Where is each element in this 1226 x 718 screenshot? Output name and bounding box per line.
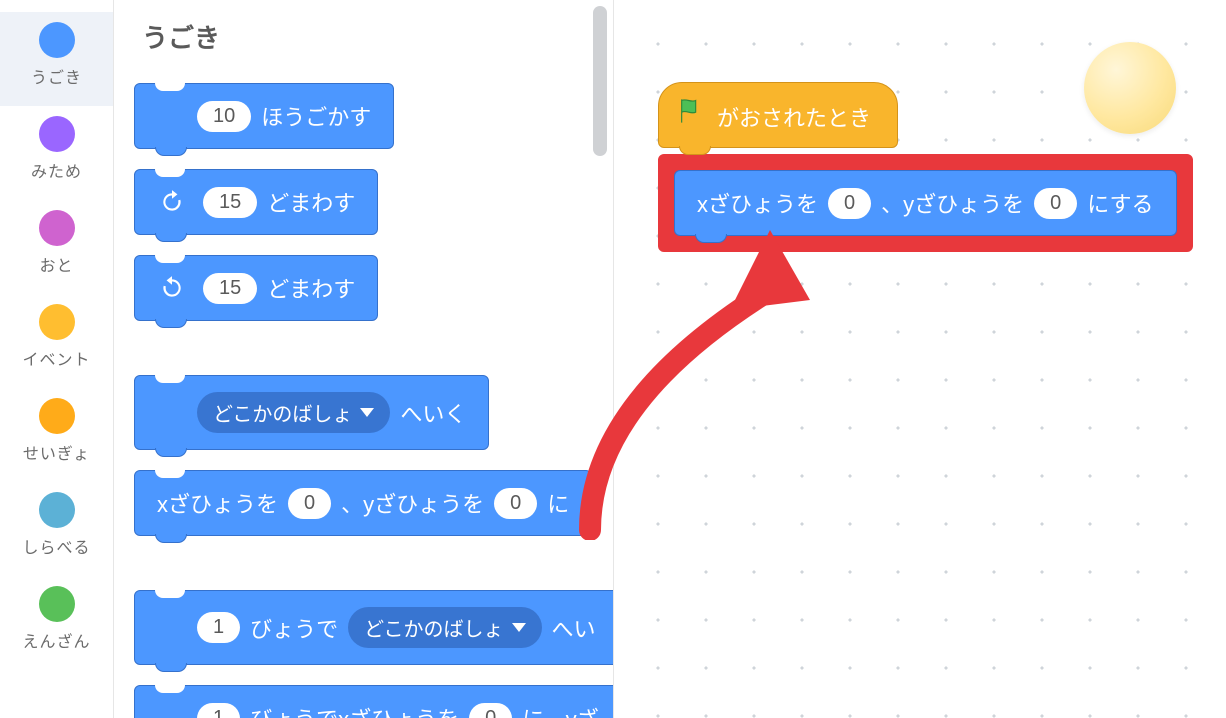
sensing-dot-icon xyxy=(39,492,75,528)
category-looks[interactable]: みため xyxy=(0,106,113,200)
block-turn-cw[interactable]: 15 どまわす xyxy=(134,169,378,235)
glide-to-suffix: へい xyxy=(552,612,596,644)
goto-xy-y-input[interactable]: 0 xyxy=(494,488,537,519)
category-control-label: せいぎょ xyxy=(23,440,90,464)
script-goto-xy-p3: にする xyxy=(1087,187,1153,219)
category-looks-label: みため xyxy=(31,158,82,182)
glide-mid-label: びょうで xyxy=(250,612,338,644)
annotation-highlight: xざひょうを 0 、yざひょうを 0 にする xyxy=(658,154,1193,252)
go-to-dropdown[interactable]: どこかのばしょ xyxy=(197,392,390,433)
script-goto-xy-p2: 、yざひょうを xyxy=(881,187,1024,219)
glide-xy-secs-input[interactable]: 1 xyxy=(197,703,240,718)
looks-dot-icon xyxy=(39,116,75,152)
script-area[interactable]: がおされたとき xざひょうを 0 、yざひょうを 0 にする xyxy=(614,0,1226,718)
category-sidebar: うごき みため おと イベント せいぎょ しらべる えんざん xyxy=(0,0,114,718)
category-control[interactable]: せいぎょ xyxy=(0,388,113,482)
go-to-dropdown-label: どこかのばしょ xyxy=(213,398,352,427)
palette-scrollbar[interactable] xyxy=(593,6,607,156)
glide-secs-input[interactable]: 1 xyxy=(197,612,240,643)
goto-xy-p1: xざひょうを xyxy=(157,487,278,519)
turn-ccw-input[interactable]: 15 xyxy=(203,273,257,304)
block-move-steps[interactable]: 10 ほうごかす xyxy=(134,83,394,149)
block-go-to-xy[interactable]: xざひょうを 0 、yざひょうを 0 に xyxy=(134,470,592,536)
category-sound[interactable]: おと xyxy=(0,200,113,294)
control-dot-icon xyxy=(39,398,75,434)
turn-cw-label: どまわす xyxy=(267,186,355,218)
chevron-down-icon xyxy=(360,408,374,417)
hat-label: がおされたとき xyxy=(717,101,871,133)
script-goto-xy-p1: xざひょうを xyxy=(697,187,818,219)
green-flag-icon xyxy=(677,97,705,125)
motion-dot-icon xyxy=(39,22,75,58)
category-operators-label: えんざん xyxy=(22,628,90,652)
goto-xy-p3: に xyxy=(547,487,569,519)
category-operators[interactable]: えんざん xyxy=(0,576,113,670)
palette-header: うごき xyxy=(142,18,613,55)
block-palette: うごき 10 ほうごかす 15 どまわす 15 どまわす どこかのばしょ へいく xyxy=(114,0,614,718)
glide-to-dropdown[interactable]: どこかのばしょ xyxy=(348,607,541,648)
category-sound-label: おと xyxy=(39,252,73,276)
category-events-label: イベント xyxy=(22,346,90,370)
rotate-ccw-icon xyxy=(159,275,185,301)
category-motion-label: うごき xyxy=(31,64,82,88)
turn-cw-input[interactable]: 15 xyxy=(203,187,257,218)
script-goto-xy-x-input[interactable]: 0 xyxy=(828,188,871,219)
move-steps-input[interactable]: 10 xyxy=(197,101,251,132)
block-go-to[interactable]: どこかのばしょ へいく xyxy=(134,375,489,450)
category-sensing-label: しらべる xyxy=(22,534,90,558)
script-block-go-to-xy[interactable]: xざひょうを 0 、yざひょうを 0 にする xyxy=(674,170,1177,236)
turn-ccw-label: どまわす xyxy=(267,272,355,304)
category-events[interactable]: イベント xyxy=(0,294,113,388)
go-to-suffix: へいく xyxy=(400,397,466,429)
goto-xy-x-input[interactable]: 0 xyxy=(288,488,331,519)
glide-xy-x-input[interactable]: 0 xyxy=(469,703,512,718)
events-dot-icon xyxy=(39,304,75,340)
move-steps-label: ほうごかす xyxy=(261,100,371,132)
chevron-down-icon xyxy=(512,623,526,632)
block-when-flag-clicked[interactable]: がおされたとき xyxy=(658,82,898,148)
block-glide-to[interactable]: 1 びょうで どこかのばしょ へい xyxy=(134,590,614,665)
block-glide-to-xy[interactable]: 1 びょうでxざひょうを 0 に、yざ xyxy=(134,685,614,718)
goto-xy-p2: 、yざひょうを xyxy=(341,487,484,519)
script-goto-xy-y-input[interactable]: 0 xyxy=(1034,188,1077,219)
operators-dot-icon xyxy=(39,586,75,622)
block-turn-ccw[interactable]: 15 どまわす xyxy=(134,255,378,321)
rotate-cw-icon xyxy=(159,189,185,215)
category-sensing[interactable]: しらべる xyxy=(0,482,113,576)
script-stack[interactable]: がおされたとき xざひょうを 0 、yざひょうを 0 にする xyxy=(658,82,1226,252)
glide-xy-mid: びょうでxざひょうを xyxy=(250,702,459,718)
glide-to-dropdown-label: どこかのばしょ xyxy=(364,613,503,642)
glide-xy-suffix: に、yざ xyxy=(522,702,598,718)
sound-dot-icon xyxy=(39,210,75,246)
category-motion[interactable]: うごき xyxy=(0,12,113,106)
